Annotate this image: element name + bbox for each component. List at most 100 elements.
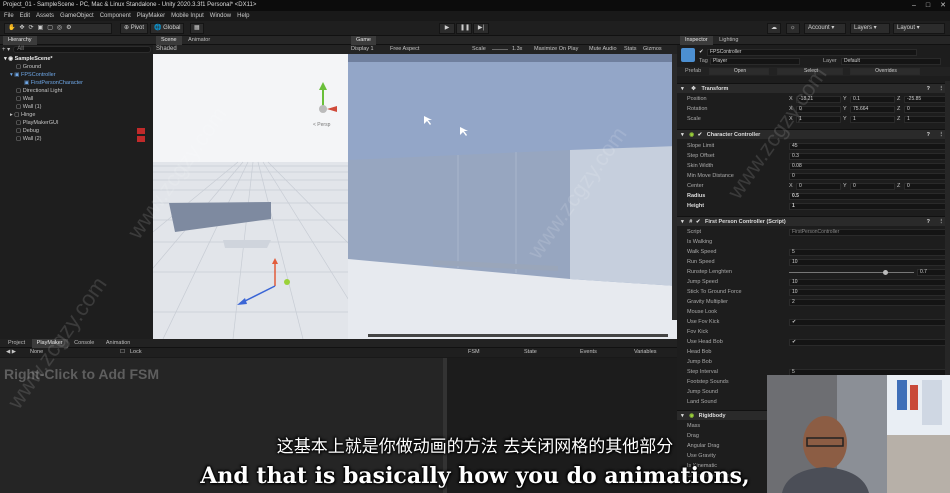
object-name-field[interactable]: FPSController xyxy=(707,49,917,56)
fsm-graph-area[interactable]: Right-Click to Add FSM xyxy=(0,358,443,493)
rect-tool-icon[interactable]: ▢ xyxy=(47,24,53,33)
property-field[interactable] xyxy=(789,329,946,336)
hierarchy-item[interactable]: ▢ Wall xyxy=(0,95,153,103)
hierarchy-item[interactable]: ▢ Ground xyxy=(0,63,153,71)
hierarchy-search-input[interactable]: All xyxy=(13,46,151,53)
menu-help[interactable]: Help xyxy=(237,11,249,21)
collab-button[interactable]: ☁ xyxy=(767,23,781,34)
tab-game[interactable]: Game xyxy=(351,36,376,45)
center-z-field[interactable]: 0 xyxy=(904,183,946,190)
hierarchy-item[interactable]: ▣ FirstPersonCharacter xyxy=(0,79,153,87)
property-field[interactable]: 10 xyxy=(789,289,946,296)
tab-events[interactable]: Events xyxy=(580,348,597,357)
scale-z-field[interactable]: 1 xyxy=(904,116,946,123)
skin-width-field[interactable]: 0.08 xyxy=(789,163,946,170)
maximize-icon[interactable]: □ xyxy=(926,0,930,11)
min-move-distance-field[interactable]: 0 xyxy=(789,173,946,180)
game-viewport[interactable] xyxy=(348,54,677,339)
property-field[interactable] xyxy=(789,239,946,246)
tab-state[interactable]: State xyxy=(524,348,537,357)
help-icon[interactable]: ? xyxy=(927,84,930,94)
component-enabled-checkbox[interactable]: ✔ xyxy=(696,219,701,225)
menu-edit[interactable]: Edit xyxy=(20,11,30,21)
transform-tool-icon[interactable]: ◎ xyxy=(57,24,62,33)
scene-viewport[interactable]: < Persp xyxy=(153,54,348,339)
tab-hierarchy[interactable]: Hierarchy xyxy=(3,36,37,45)
fps-controller-header[interactable]: ▾ # ✔ First Person Controller (Script) ?… xyxy=(677,216,950,226)
display-dropdown[interactable]: Display 1 xyxy=(351,45,374,54)
prefab-overrides-button[interactable]: Overrides xyxy=(850,68,920,75)
property-field[interactable]: 10 xyxy=(789,259,946,266)
slider-knob[interactable] xyxy=(882,270,888,275)
help-icon[interactable]: ? xyxy=(927,217,930,227)
hierarchy-item[interactable]: ▢ Wall (1) xyxy=(0,103,153,111)
tab-animation[interactable]: Animation xyxy=(101,339,135,348)
character-controller-header[interactable]: ▾ ◉ ✔ Character Controller ? ⋮ xyxy=(677,129,950,139)
runstep-slider[interactable] xyxy=(789,270,914,275)
step-offset-field[interactable]: 0.3 xyxy=(789,153,946,160)
play-button[interactable]: ▶ xyxy=(439,23,455,34)
property-field[interactable] xyxy=(789,359,946,366)
pivot-toggle[interactable]: ⊕ Pivot xyxy=(120,23,149,34)
hierarchy-item[interactable]: ▢ PlayMakerGUI xyxy=(0,119,153,127)
tag-dropdown[interactable]: Player xyxy=(710,58,800,65)
tab-animator[interactable]: Animator xyxy=(183,36,215,45)
property-field[interactable]: FirstPersonController xyxy=(789,229,946,236)
scale-slider[interactable] xyxy=(492,49,508,50)
property-field[interactable] xyxy=(789,309,946,316)
tab-variables[interactable]: Variables xyxy=(634,348,657,357)
snap-button[interactable]: ▦ xyxy=(190,23,204,34)
menu-playmaker[interactable]: PlayMaker xyxy=(137,11,165,21)
menu-file[interactable]: File xyxy=(4,11,14,21)
menu-icon[interactable]: ⋮ xyxy=(939,84,945,94)
height-field[interactable]: 1 xyxy=(789,203,946,210)
hierarchy-item[interactable]: ▾ ◉ SampleScene* xyxy=(0,55,153,63)
position-z-field[interactable]: -25.85 xyxy=(904,96,946,103)
tab-inspector[interactable]: Inspector xyxy=(680,36,713,45)
tab-fsm[interactable]: FSM xyxy=(468,348,480,357)
global-toggle[interactable]: 🌐 Global xyxy=(150,23,185,34)
scale-tool-icon[interactable]: ▣ xyxy=(38,24,44,33)
maximize-on-play-toggle[interactable]: Maximize On Play xyxy=(534,45,578,54)
rotation-z-field[interactable]: 0 xyxy=(904,106,946,113)
minimize-icon[interactable]: – xyxy=(912,0,916,11)
rotation-y-field[interactable]: 75.664 xyxy=(850,106,895,113)
property-field[interactable]: ✔ xyxy=(789,319,946,326)
add-icon[interactable]: + ▾ xyxy=(2,46,10,53)
scale-y-field[interactable]: 1 xyxy=(850,116,895,123)
step-button[interactable]: ▶| xyxy=(473,23,489,34)
prefab-open-button[interactable]: Open xyxy=(709,68,769,75)
menu-component[interactable]: Component xyxy=(100,11,131,21)
property-field[interactable]: 5 xyxy=(789,249,946,256)
close-icon[interactable]: ✕ xyxy=(940,0,946,11)
menu-mobile-input[interactable]: Mobile Input xyxy=(171,11,204,21)
tab-project[interactable]: Project xyxy=(3,339,30,348)
aspect-dropdown[interactable]: Free Aspect xyxy=(390,45,419,54)
services-button[interactable]: ☼ xyxy=(786,23,800,34)
layer-dropdown[interactable]: Default xyxy=(841,58,941,65)
active-checkbox[interactable]: ✔ xyxy=(699,48,704,57)
pause-button[interactable]: ❚❚ xyxy=(456,23,472,34)
center-x-field[interactable]: 0 xyxy=(796,183,841,190)
property-field[interactable] xyxy=(789,349,946,356)
position-y-field[interactable]: 0.1 xyxy=(850,96,895,103)
property-field[interactable]: ✔ xyxy=(789,339,946,346)
shading-mode-dropdown[interactable]: Shaded xyxy=(156,46,177,52)
menu-assets[interactable]: Assets xyxy=(36,11,54,21)
stats-toggle[interactable]: Stats xyxy=(624,45,637,54)
center-y-field[interactable]: 0 xyxy=(850,183,895,190)
tab-lighting[interactable]: Lighting xyxy=(714,36,743,45)
gizmos-toggle[interactable]: Gizmos xyxy=(643,45,662,54)
component-enabled-checkbox[interactable]: ✔ xyxy=(698,132,703,138)
hierarchy-item[interactable]: ▸ ▢ Hinge xyxy=(0,111,153,119)
tab-scene[interactable]: Scene xyxy=(156,36,182,45)
account-dropdown[interactable]: Account ▾ xyxy=(804,23,846,34)
menu-gameobject[interactable]: GameObject xyxy=(60,11,94,21)
layout-dropdown[interactable]: Layout ▾ xyxy=(893,23,945,34)
menu-icon[interactable]: ⋮ xyxy=(939,217,945,227)
radius-field[interactable]: 0.5 xyxy=(789,193,946,200)
hierarchy-item[interactable]: ▾ ▣ FPSController xyxy=(0,71,153,79)
help-icon[interactable]: ? xyxy=(927,130,930,140)
lock-checkbox[interactable]: ☐ xyxy=(120,348,125,357)
property-field[interactable]: 2 xyxy=(789,299,946,306)
